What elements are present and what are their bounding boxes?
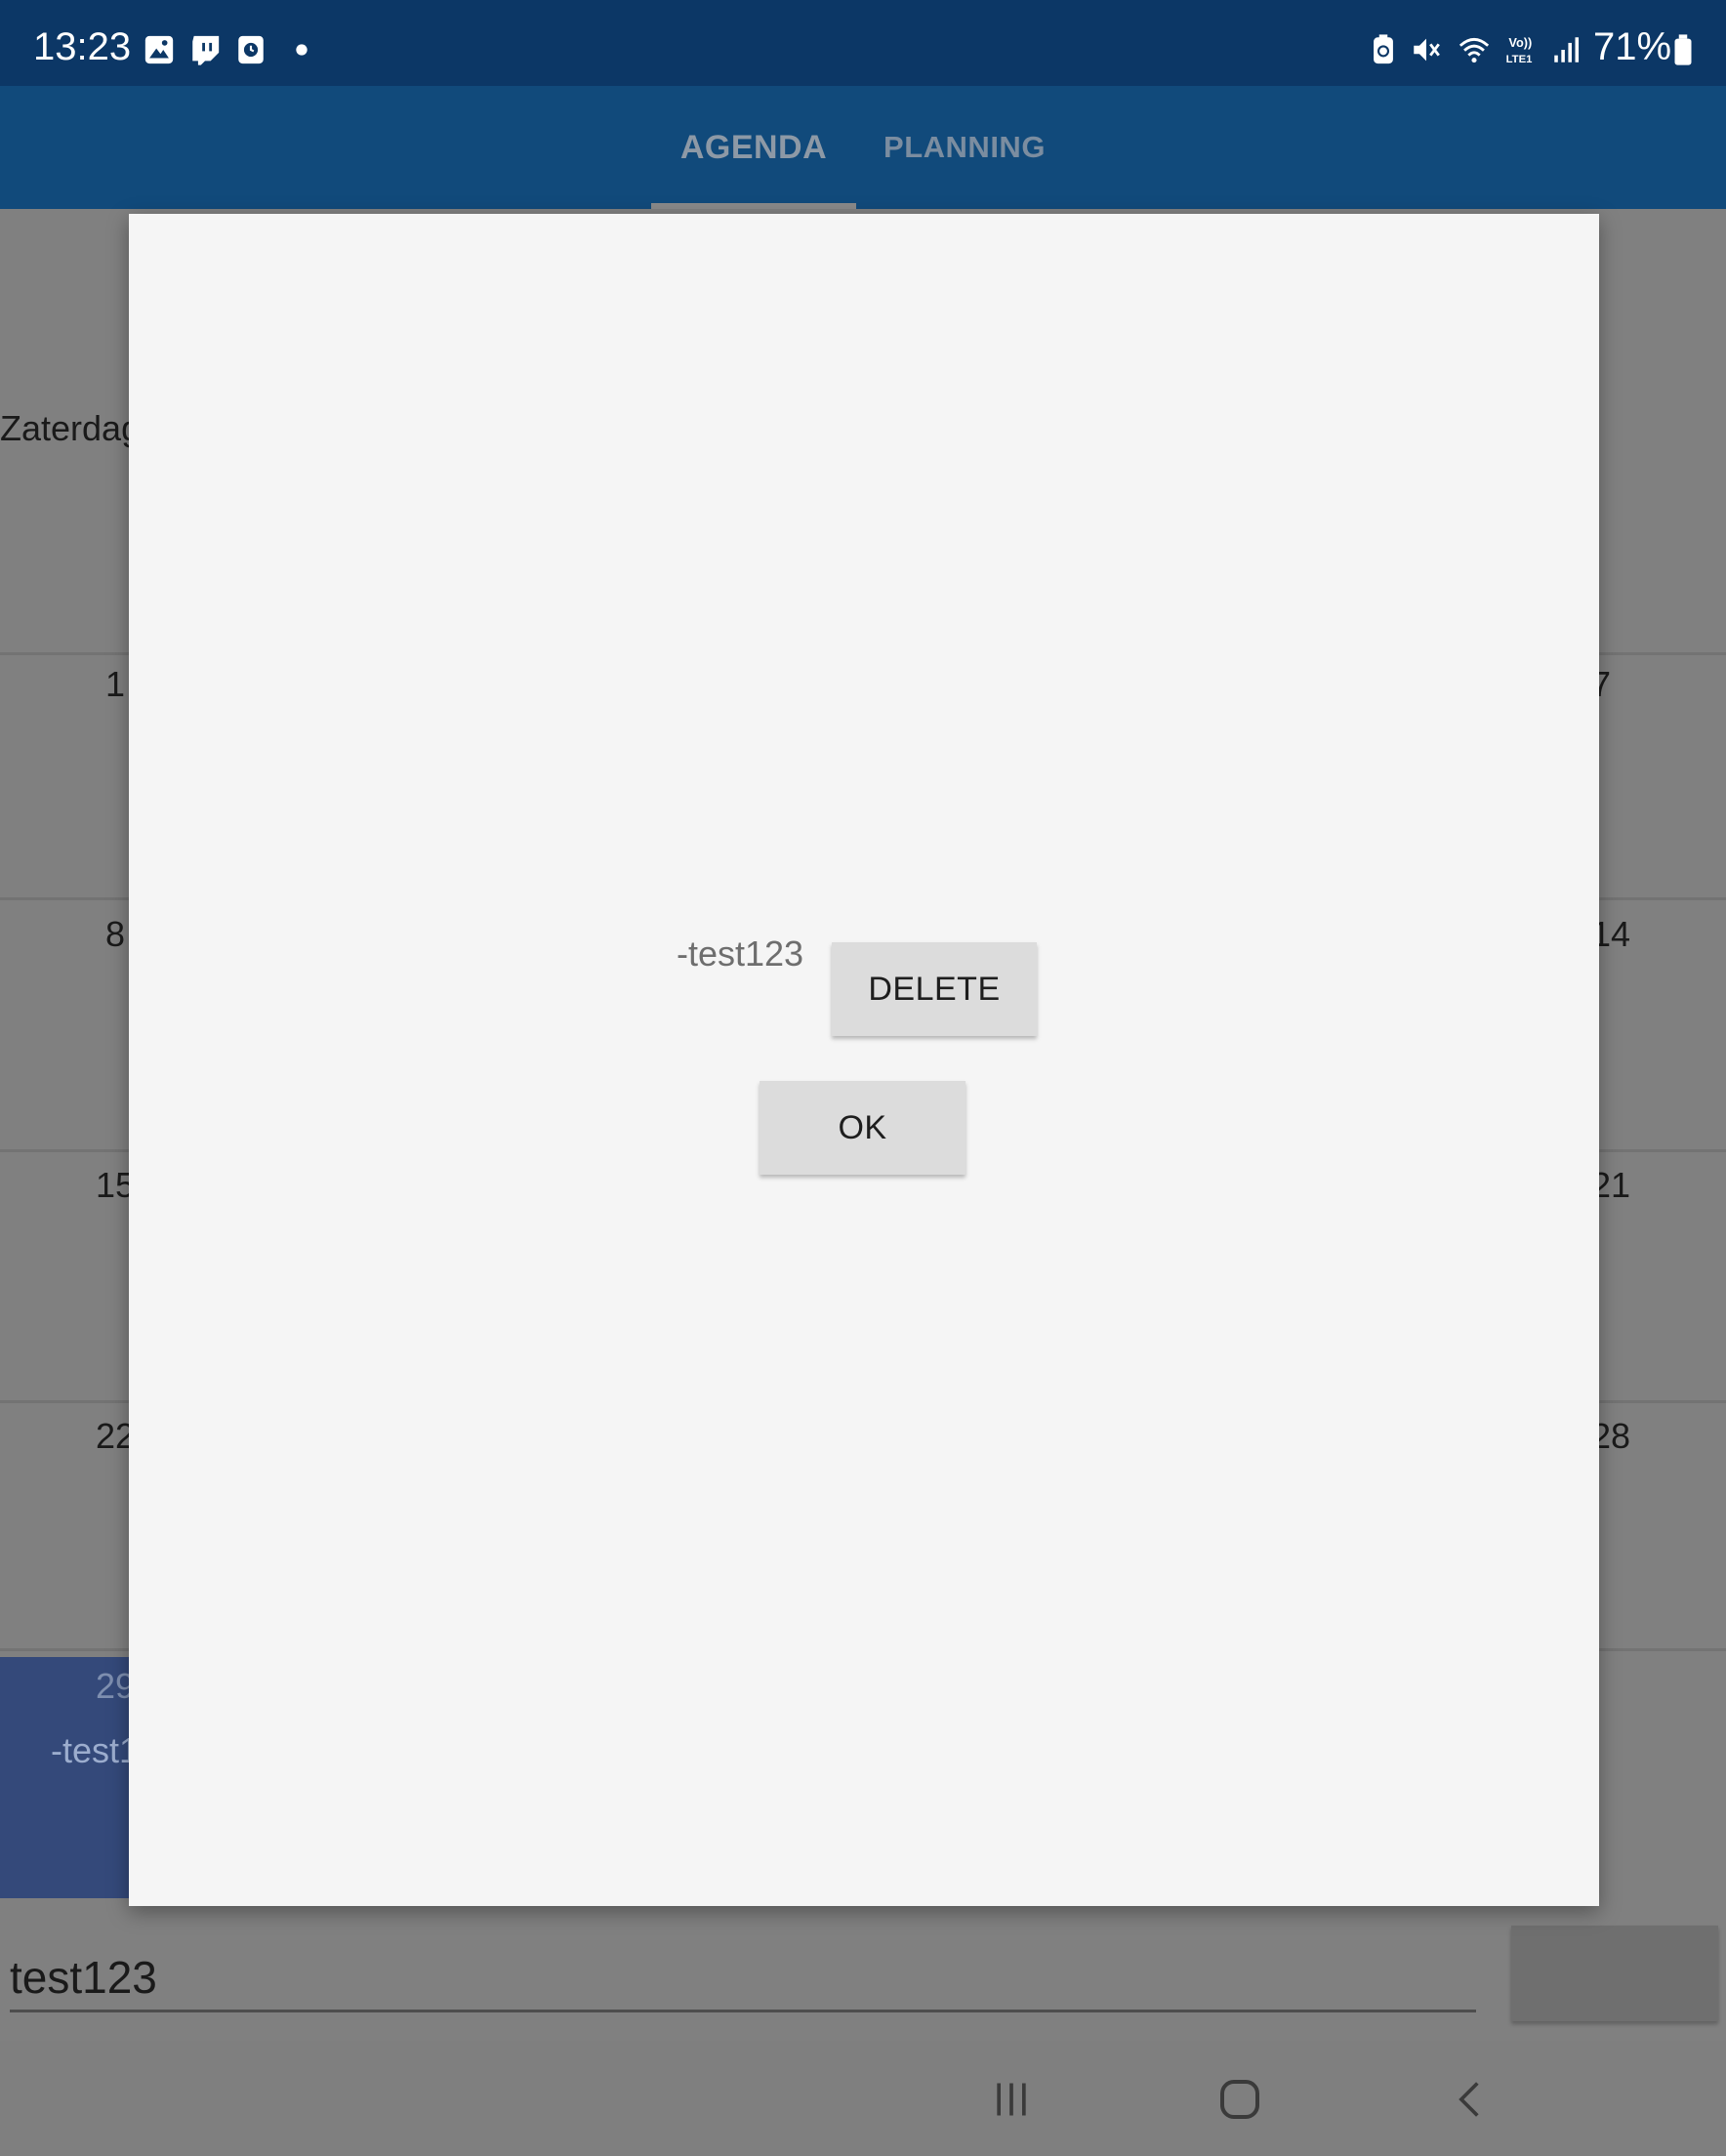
day-header-saturday: Zaterdag (0, 408, 142, 448)
status-bar: 13:23 Vo)) LTE1 71% (0, 0, 1726, 86)
delete-button[interactable]: DELETE (832, 942, 1037, 1036)
tab-planning[interactable]: PLANNING (871, 86, 1058, 209)
dialog-event-text: -test123 (677, 933, 804, 974)
signal-icon (1554, 37, 1580, 62)
ok-button[interactable]: OK (760, 1081, 966, 1175)
volte-lte-icon: Vo)) LTE1 (1506, 35, 1533, 65)
event-dialog (129, 214, 1599, 1906)
calendar-day[interactable]: 8 (105, 914, 125, 955)
svg-text:Vo)): Vo)) (1508, 35, 1532, 50)
battery-saver-icon (1374, 34, 1393, 64)
tab-bar: AGENDA PLANNING (0, 86, 1726, 209)
clock-app-icon (238, 35, 264, 64)
navigation-bar (0, 2041, 1726, 2156)
selected-day-event: -test1 (51, 1730, 140, 1770)
event-text-input[interactable] (10, 1943, 1474, 2011)
twitch-icon (192, 35, 220, 65)
add-event-button[interactable] (1511, 1926, 1718, 2021)
home-icon[interactable] (1216, 2076, 1263, 2123)
svg-text:LTE1: LTE1 (1506, 54, 1533, 65)
mute-icon (1414, 38, 1440, 62)
wifi-icon (1459, 37, 1490, 63)
gallery-icon (144, 35, 174, 64)
calendar-day[interactable]: 1 (105, 664, 125, 705)
more-notifications-dot-icon (296, 44, 308, 56)
battery-percentage: 71% (1593, 25, 1672, 68)
status-time: 13:23 (33, 25, 132, 68)
back-icon[interactable] (1449, 2078, 1492, 2121)
tab-agenda[interactable]: AGENDA (651, 86, 856, 209)
battery-icon (1674, 34, 1692, 65)
input-underline (10, 2010, 1476, 2012)
recent-apps-icon[interactable] (990, 2078, 1033, 2121)
